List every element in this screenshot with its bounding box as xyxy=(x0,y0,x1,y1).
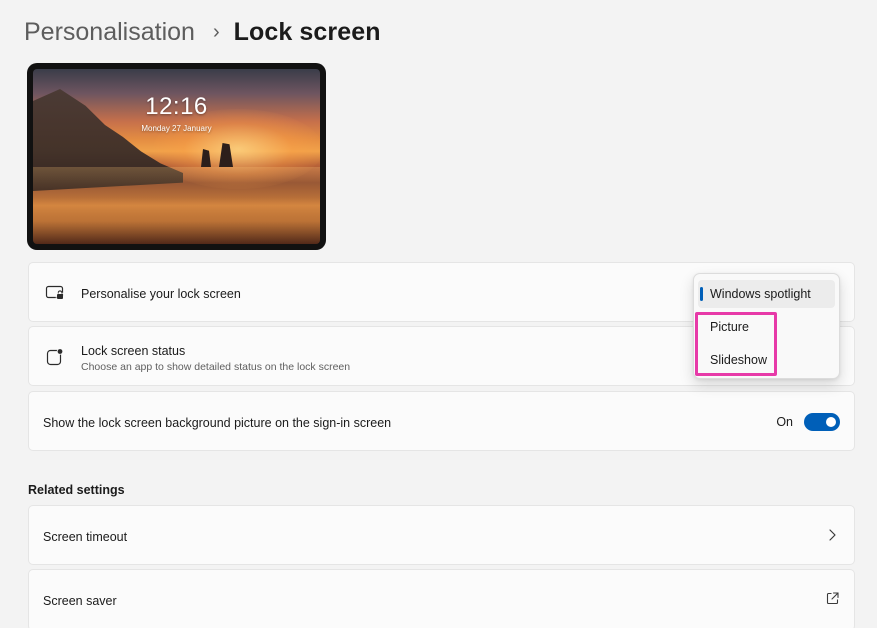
screen-saver-label: Screen saver xyxy=(43,594,117,608)
preview-water xyxy=(33,167,320,244)
lock-screen-status-description: Choose an app to show detailed status on… xyxy=(81,361,351,373)
preview-date: Monday 27 January xyxy=(141,124,212,133)
dropdown-option-label: Windows spotlight xyxy=(710,287,811,301)
selection-indicator xyxy=(700,287,703,301)
toggle-state-label: On xyxy=(776,415,793,429)
lock-screen-preview: 12:16 Monday 27 January xyxy=(27,63,326,250)
related-settings-heading: Related settings xyxy=(28,483,125,497)
sign-in-background-card: Show the lock screen background picture … xyxy=(28,391,855,451)
toggle-knob xyxy=(826,417,836,427)
breadcrumb: Personalisation › Lock screen xyxy=(24,14,381,50)
sign-in-background-label: Show the lock screen background picture … xyxy=(43,416,392,430)
preview-wallpaper: 12:16 Monday 27 January xyxy=(33,69,320,244)
sign-in-background-toggle[interactable] xyxy=(804,413,840,431)
annotation-highlight-box xyxy=(695,312,777,376)
dropdown-option-windows-spotlight[interactable]: Windows spotlight xyxy=(698,280,835,308)
lock-screen-icon xyxy=(44,282,66,304)
lock-screen-status-label: Lock screen status xyxy=(81,344,186,358)
settings-window: Personalisation › Lock screen 12:16 Mond… xyxy=(0,0,877,628)
screen-timeout-card[interactable]: Screen timeout xyxy=(28,505,855,565)
page-title: Lock screen xyxy=(233,17,381,46)
status-app-icon xyxy=(44,346,66,368)
preview-time: 12:16 xyxy=(145,93,208,120)
screen-timeout-label: Screen timeout xyxy=(43,530,128,544)
external-link-icon xyxy=(826,592,839,606)
chevron-right-icon xyxy=(826,528,838,542)
personalise-lock-screen-label: Personalise your lock screen xyxy=(81,287,241,301)
breadcrumb-separator: › xyxy=(212,20,220,43)
breadcrumb-personalisation[interactable]: Personalisation xyxy=(24,18,195,47)
screen-saver-card[interactable]: Screen saver xyxy=(28,569,855,628)
